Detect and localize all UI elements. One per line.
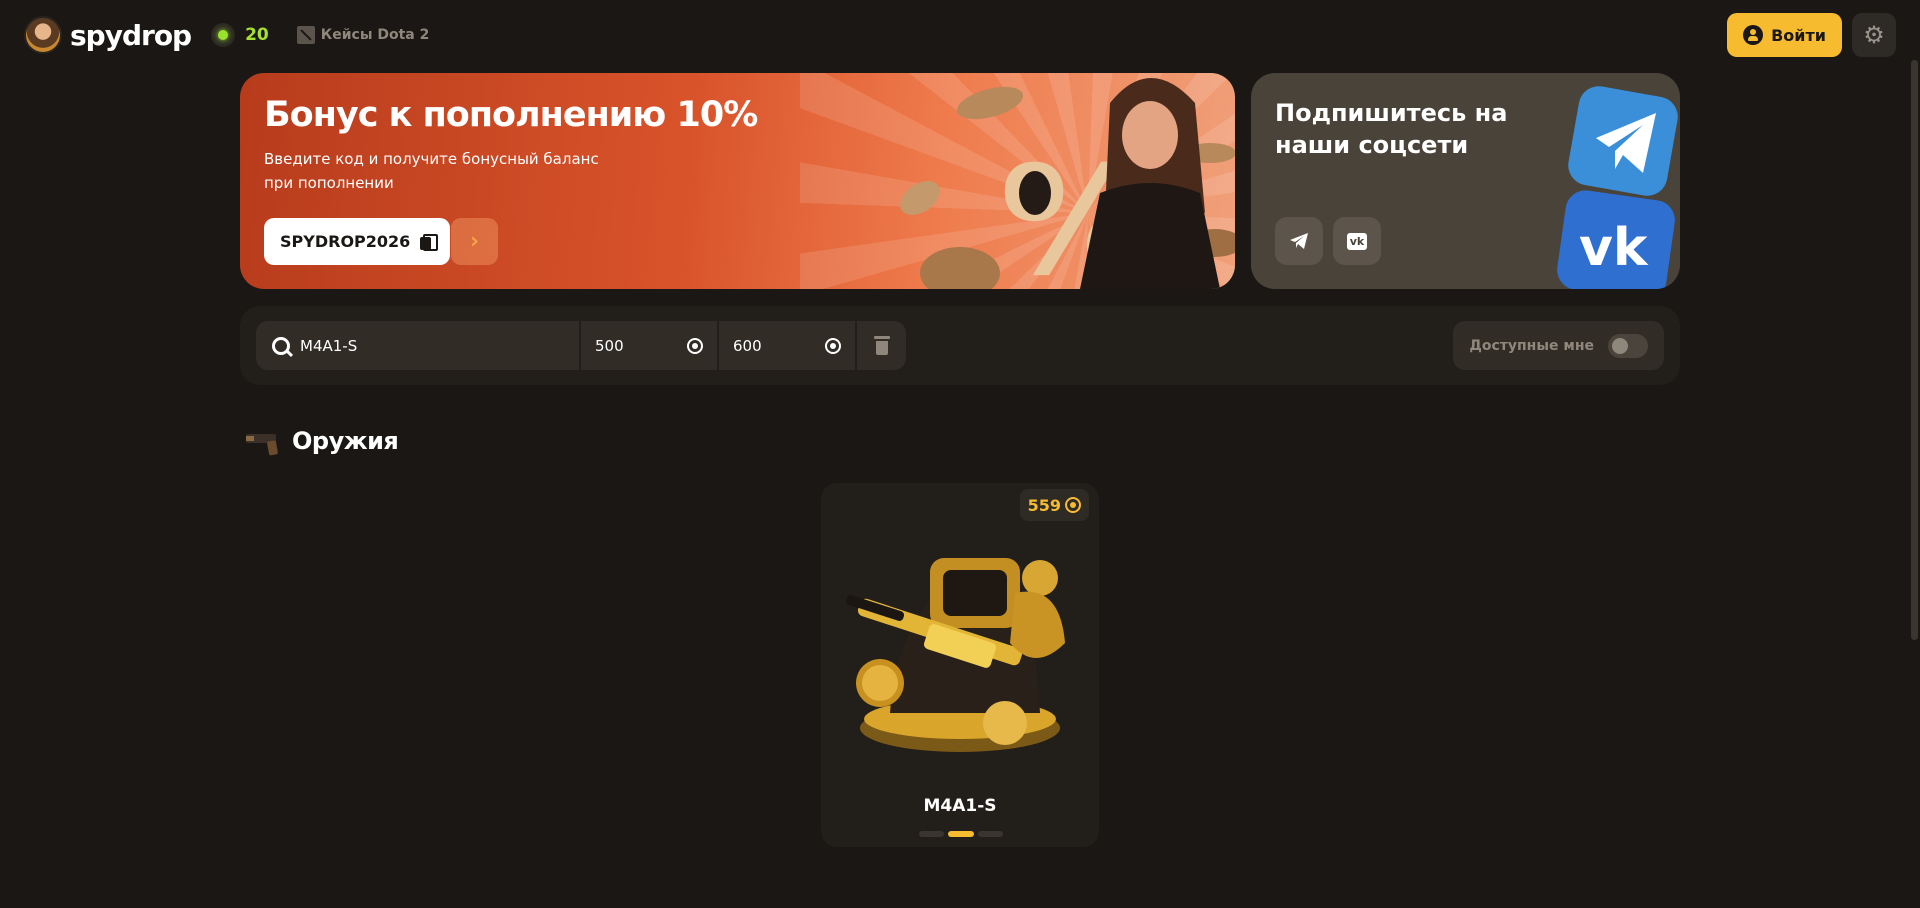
settings-button[interactable]: ⚙ (1852, 13, 1896, 57)
price-max-field[interactable] (719, 321, 857, 370)
promo-code-text: SPYDROP2026 (280, 232, 411, 251)
filter-inputs (256, 321, 906, 370)
item-image (845, 558, 1065, 752)
telegram-button[interactable] (1275, 217, 1323, 265)
social-illustration: vk (1557, 86, 1678, 289)
carousel-dot[interactable] (919, 831, 945, 837)
filter-bar: Доступные мне (240, 306, 1680, 385)
scrollbar-thumb[interactable] (1911, 60, 1918, 640)
item-card[interactable]: 559 M4A1-S (821, 483, 1099, 847)
social-banner: Подпишитесь на наши соцсети vk vk (1251, 73, 1680, 289)
carousel-dot-active[interactable] (948, 831, 974, 837)
promo-subtitle: Введите код и получите бонусный баланс п… (264, 150, 599, 192)
available-filter: Доступные мне (1453, 321, 1664, 370)
user-icon (1743, 25, 1764, 45)
svg-text:vk: vk (1579, 218, 1649, 278)
section-header: Оружия (244, 424, 399, 458)
nav-dota-cases[interactable]: Кейсы Dota 2 (296, 26, 430, 44)
search-input[interactable] (300, 336, 560, 355)
search-icon (272, 336, 290, 355)
promo-next-button[interactable]: › (451, 218, 498, 265)
chevron-right-icon: › (469, 229, 480, 254)
price-min-field[interactable] (581, 321, 719, 370)
vk-icon: vk (1346, 232, 1368, 250)
item-price: 559 (1027, 495, 1061, 515)
online-counter: 20 (211, 23, 269, 47)
available-toggle-label: Доступные мне (1469, 337, 1594, 354)
gear-icon: ⚙ (1863, 21, 1885, 49)
brand-logo[interactable]: spydrop (70, 19, 192, 52)
social-title: Подпишитесь на наши соцсети (1275, 99, 1508, 159)
coin-icon (825, 337, 841, 354)
coin-icon (687, 337, 703, 354)
logo-avatar[interactable] (24, 16, 62, 54)
vk-button[interactable]: vk (1333, 217, 1381, 265)
search-field[interactable] (256, 321, 581, 370)
clear-filters-button[interactable] (857, 321, 906, 370)
promo-code-copy-button[interactable]: SPYDROP2026 (264, 218, 451, 265)
telegram-icon (1290, 233, 1308, 249)
price-min-input[interactable] (595, 336, 665, 355)
carousel-dot[interactable] (977, 831, 1003, 837)
promo-illustration: % (900, 78, 1235, 289)
promo-banner: % Бонус к пополнению 10% Введите код и п… (240, 73, 1235, 289)
gun-icon (246, 434, 278, 456)
online-indicator-icon (211, 23, 236, 47)
online-count: 20 (245, 25, 269, 45)
dota-icon (296, 26, 315, 44)
image-carousel-dots (919, 831, 1003, 837)
top-header: spydrop 20 Кейсы Dota 2 Войти ⚙ (0, 0, 1920, 70)
copy-icon (420, 233, 439, 251)
page-scrollbar[interactable] (1908, 0, 1920, 908)
promo-title: Бонус к пополнению 10% (264, 95, 758, 135)
login-button-label: Войти (1771, 25, 1826, 45)
trash-icon (873, 336, 890, 355)
section-title: Оружия (292, 427, 399, 455)
login-button[interactable]: Войти (1727, 13, 1842, 57)
available-toggle[interactable] (1608, 333, 1648, 358)
coin-icon (1065, 497, 1081, 513)
header-actions: Войти ⚙ (1727, 13, 1896, 57)
price-badge: 559 (1019, 489, 1089, 521)
price-max-input[interactable] (733, 336, 803, 355)
item-name: M4A1-S (923, 796, 997, 816)
nav-dota-cases-label: Кейсы Dota 2 (320, 27, 430, 43)
